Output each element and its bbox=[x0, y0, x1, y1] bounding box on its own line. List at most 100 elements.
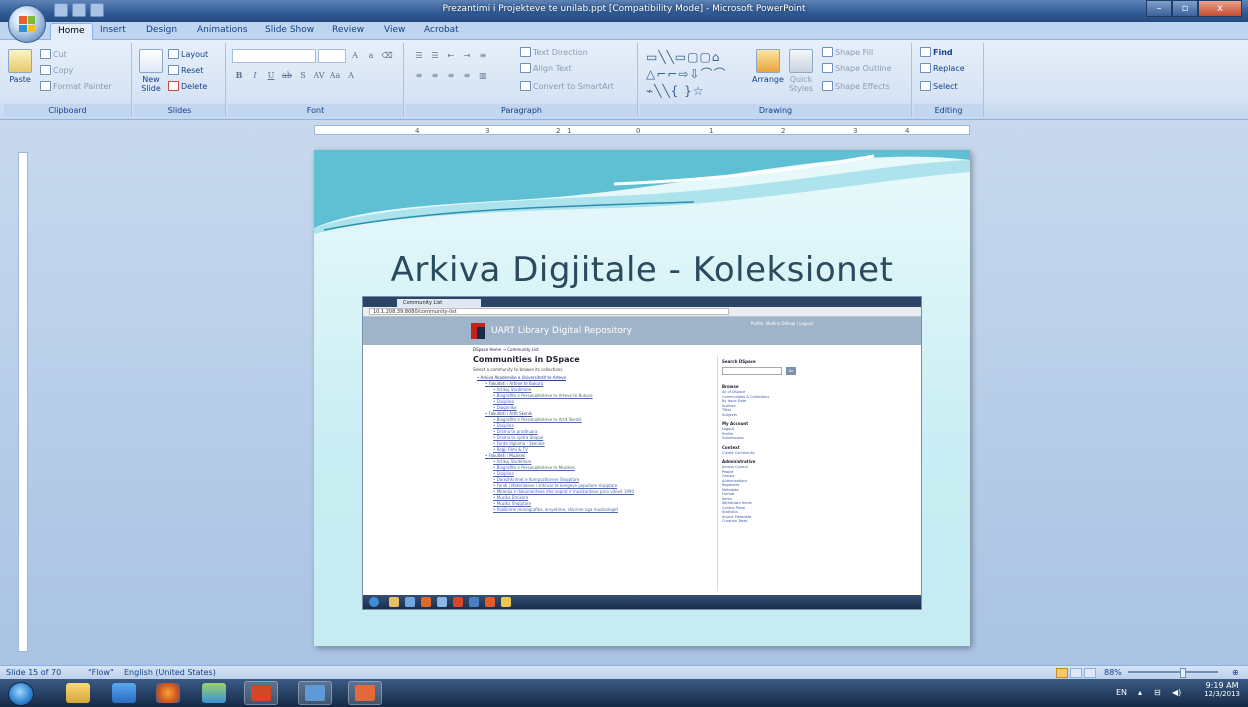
slide-title[interactable]: Arkiva Digjitale - Koleksionet bbox=[314, 250, 970, 290]
list-row: ☰ ☰ ⇤ ⇥ ≡ bbox=[412, 49, 490, 62]
shapes-gallery[interactable]: ▭╲╲▭▢▢⌂ △⌐⌐⇨⇩⌒⌒ ⌁╲╲{ }☆ bbox=[646, 49, 746, 99]
text-direction-button[interactable]: Text Direction bbox=[520, 47, 588, 57]
tab-review[interactable]: Review bbox=[332, 25, 364, 35]
tab-insert[interactable]: Insert bbox=[100, 25, 126, 35]
slideshow-view-icon[interactable] bbox=[1084, 668, 1096, 678]
network-icon[interactable]: ⊟ bbox=[1154, 688, 1161, 697]
bullets-icon[interactable]: ☰ bbox=[412, 49, 426, 62]
dspace-search-go: Go bbox=[786, 367, 796, 375]
tab-view[interactable]: View bbox=[384, 25, 405, 35]
grow-font-icon[interactable]: A bbox=[348, 49, 362, 62]
arrange-button[interactable]: Arrange bbox=[752, 49, 784, 84]
sidebar-heading: My Account bbox=[722, 421, 749, 426]
paste-button[interactable]: Paste bbox=[8, 49, 32, 84]
language-status[interactable]: English (United States) bbox=[124, 668, 216, 677]
communities-subtext: Select a community to browse its collect… bbox=[473, 367, 564, 372]
clock[interactable]: 9:19 AM 12/3/2013 bbox=[1204, 681, 1240, 698]
start-button[interactable] bbox=[8, 682, 34, 706]
acrobat-task[interactable] bbox=[348, 681, 382, 705]
font-format-row: B I U ab S AV Aa A bbox=[232, 69, 358, 82]
paint-task[interactable] bbox=[298, 681, 332, 705]
replace-button[interactable]: Replace bbox=[920, 63, 965, 73]
powerpoint-task[interactable] bbox=[244, 681, 278, 705]
underline-icon[interactable]: U bbox=[264, 69, 278, 82]
powerpoint-icon bbox=[251, 685, 271, 701]
theme-name[interactable]: "Flow" bbox=[88, 668, 114, 677]
embedded-app-icon bbox=[405, 597, 415, 607]
strikethrough-icon[interactable]: ab bbox=[280, 69, 294, 82]
tray-expand-icon[interactable]: ▴ bbox=[1138, 688, 1142, 697]
shape-effects-button[interactable]: Shape Effects bbox=[822, 81, 890, 91]
normal-view-icon[interactable] bbox=[1056, 668, 1068, 678]
tab-acrobat[interactable]: Acrobat bbox=[424, 25, 459, 35]
align-text-button[interactable]: Align Text bbox=[520, 63, 572, 73]
align-right-icon[interactable]: ≡ bbox=[444, 69, 458, 82]
font-color-icon[interactable]: A bbox=[344, 69, 358, 82]
shadow-icon[interactable]: S bbox=[296, 69, 310, 82]
fit-window-icon[interactable]: ⊕ bbox=[1232, 668, 1239, 677]
font-name-field[interactable] bbox=[232, 49, 316, 63]
media-player-icon[interactable] bbox=[112, 683, 136, 703]
font-size-field[interactable] bbox=[318, 49, 346, 63]
sidebar-link: Create Community bbox=[722, 450, 755, 455]
arrange-icon bbox=[755, 49, 780, 73]
increase-indent-icon[interactable]: ⇥ bbox=[460, 49, 474, 62]
align-center-icon[interactable]: ≡ bbox=[428, 69, 442, 82]
zoom-slider[interactable] bbox=[1128, 671, 1218, 673]
reset-button[interactable]: Reset bbox=[168, 65, 203, 75]
maximize-button[interactable]: ▫ bbox=[1172, 0, 1198, 17]
quick-styles-button[interactable]: Quick Styles bbox=[786, 49, 816, 93]
firefox-icon[interactable] bbox=[156, 683, 180, 703]
numbering-icon[interactable]: ☰ bbox=[428, 49, 442, 62]
embedded-screenshot: Community List 10.1.208.39:8080/communit… bbox=[362, 296, 922, 610]
input-language[interactable]: EN bbox=[1116, 688, 1127, 697]
tab-animations[interactable]: Animations bbox=[197, 25, 248, 35]
paint-icon bbox=[305, 685, 325, 701]
italic-icon[interactable]: I bbox=[248, 69, 262, 82]
layout-icon bbox=[168, 49, 179, 59]
explorer-icon[interactable] bbox=[66, 683, 90, 703]
office-logo-icon bbox=[19, 16, 35, 32]
brush-icon bbox=[40, 81, 51, 91]
tab-design[interactable]: Design bbox=[146, 25, 177, 35]
tab-home[interactable]: Home bbox=[50, 23, 93, 40]
messenger-icon[interactable] bbox=[202, 683, 226, 703]
find-button[interactable]: Find bbox=[920, 47, 953, 57]
delete-button[interactable]: Delete bbox=[168, 81, 207, 91]
zoom-slider-thumb[interactable] bbox=[1180, 668, 1186, 678]
select-button[interactable]: Select bbox=[920, 81, 958, 91]
shape-outline-button[interactable]: Shape Outline bbox=[822, 63, 892, 73]
tab-slide-show[interactable]: Slide Show bbox=[265, 25, 314, 35]
clock-date: 12/3/2013 bbox=[1204, 690, 1240, 698]
new-slide-button[interactable]: New Slide bbox=[137, 49, 165, 93]
line-spacing-icon[interactable]: ≡ bbox=[476, 49, 490, 62]
char-spacing-icon[interactable]: AV bbox=[312, 69, 326, 82]
align-left-icon[interactable]: ≡ bbox=[412, 69, 426, 82]
convert-smartart-button[interactable]: Convert to SmartArt bbox=[520, 81, 614, 91]
bold-icon[interactable]: B bbox=[232, 69, 246, 82]
justify-icon[interactable]: ≡ bbox=[460, 69, 474, 82]
change-case-icon[interactable]: Aa bbox=[328, 69, 342, 82]
office-button[interactable] bbox=[8, 5, 46, 43]
cut-button[interactable]: Cut bbox=[40, 49, 67, 59]
sidebar-link: Curation Tasks bbox=[722, 519, 748, 523]
copy-button[interactable]: Copy bbox=[40, 65, 73, 75]
minimize-button[interactable]: – bbox=[1146, 0, 1172, 17]
sidebar-link: Submissions bbox=[722, 436, 744, 440]
layout-button[interactable]: Layout bbox=[168, 49, 208, 59]
clipboard-group: Paste Cut Copy Format Painter Clipboard bbox=[4, 43, 132, 117]
slide-sorter-icon[interactable] bbox=[1070, 668, 1082, 678]
zoom-level[interactable]: 88% bbox=[1104, 668, 1122, 677]
format-painter-button[interactable]: Format Painter bbox=[40, 81, 112, 91]
shrink-font-icon[interactable]: a bbox=[364, 49, 378, 62]
volume-icon[interactable]: ◀) bbox=[1172, 688, 1181, 697]
clear-format-icon[interactable]: ⌫ bbox=[380, 49, 394, 62]
columns-icon[interactable]: ▥ bbox=[476, 69, 490, 82]
shape-fill-button[interactable]: Shape Fill bbox=[822, 47, 873, 57]
paste-icon bbox=[8, 49, 32, 73]
site-name: UART Library Digital Repository bbox=[491, 326, 632, 336]
smartart-icon bbox=[520, 81, 531, 91]
decrease-indent-icon[interactable]: ⇤ bbox=[444, 49, 458, 62]
slide-canvas[interactable]: Arkiva Digjitale - Koleksionet Community… bbox=[314, 150, 970, 646]
close-button[interactable]: x bbox=[1198, 0, 1242, 17]
